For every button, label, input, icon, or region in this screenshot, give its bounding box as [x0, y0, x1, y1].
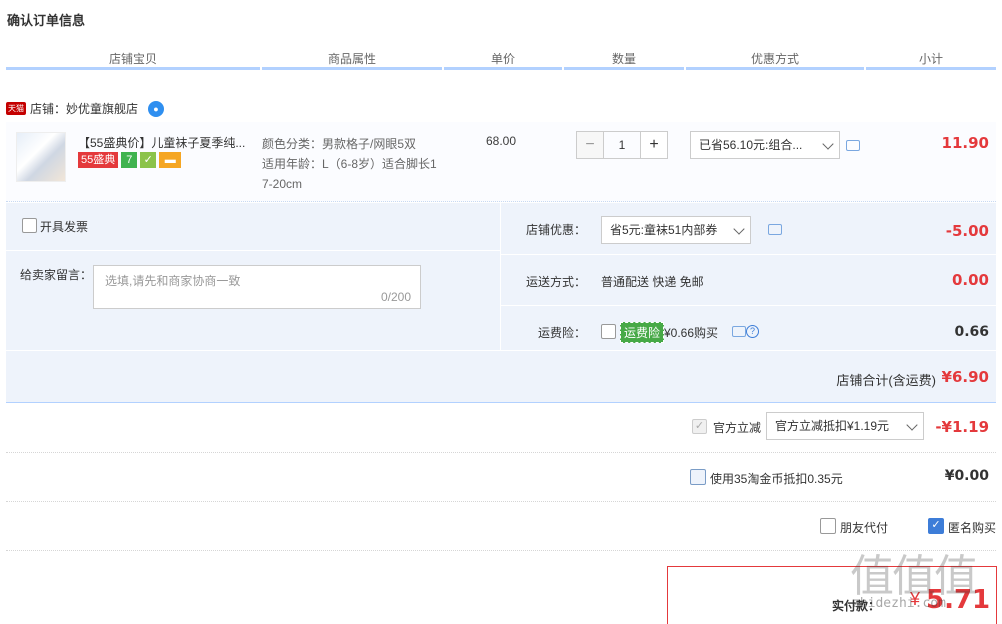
shop-total-label: 店铺合计(含运费): [836, 373, 936, 388]
shop-coupon-select[interactable]: 省5元:童袜51内部券: [601, 216, 751, 244]
row-divider: [6, 550, 996, 551]
insurance-amount: 0.66: [954, 324, 989, 340]
row-divider: [6, 452, 996, 453]
panel-divider: [6, 250, 500, 251]
shipping-amount: 0.00: [951, 271, 989, 289]
anonymous-label: 匿名购买: [948, 521, 997, 535]
watermark-text: zhidezhi.com: [852, 596, 946, 611]
wangwang-chat-icon[interactable]: ●: [148, 100, 165, 117]
official-discount-checkbox[interactable]: ✓: [692, 419, 707, 434]
header-divider: [262, 67, 442, 70]
insurance-price: ¥0.66购买: [664, 326, 719, 340]
attr-color: 颜色分类：男款格子/网眼5双: [262, 137, 417, 151]
comment-icon[interactable]: [768, 224, 782, 235]
col-header-subtotal: 小计: [918, 52, 943, 66]
freight-insurance-tag: 运费险: [620, 322, 665, 343]
panel-divider: [500, 203, 501, 350]
shipping-value: 普通配送 快递 免邮: [601, 275, 704, 289]
header-divider: [564, 67, 684, 70]
shop-discount-label: 店铺优惠：: [526, 223, 587, 237]
invoice-checkbox[interactable]: [22, 218, 37, 233]
col-header-item: 店铺宝贝: [108, 52, 157, 66]
page-title: 确认订单信息: [7, 13, 86, 28]
shipping-label: 运送方式：: [526, 275, 587, 289]
card-pay-icon: ▬: [159, 152, 182, 168]
header-divider: [444, 67, 562, 70]
attr-age: 适用年龄：L（6-8岁）适合脚长1: [262, 157, 437, 171]
anonymous-checkbox[interactable]: ✓: [928, 518, 944, 534]
chevron-down-icon: [822, 138, 834, 150]
header-divider: [686, 67, 864, 70]
chevron-down-icon: [906, 419, 918, 431]
taobao-coin-label: 使用35淘金币抵扣0.35元: [710, 472, 843, 486]
insurance-label: 运费险：: [538, 326, 587, 340]
friend-pay-label: 朋友代付: [840, 521, 889, 535]
shop-total-amount: ¥6.90: [941, 368, 989, 386]
shop-info: 天猫 店铺：妙优童旗舰店 ●: [6, 100, 165, 117]
col-header-price: 单价: [490, 52, 515, 66]
col-header-attr: 商品属性: [327, 52, 376, 66]
panel-divider: [501, 254, 996, 255]
discount-select[interactable]: 已省56.10元:组合...: [690, 131, 840, 159]
product-title-link[interactable]: 【55盛典价】儿童袜子夏季纯...: [78, 134, 248, 151]
col-header-discount: 优惠方式: [750, 52, 799, 66]
panel-divider: [501, 305, 996, 306]
seven-day-return-icon: 7: [121, 152, 138, 168]
invoice-label: 开具发票: [40, 220, 89, 234]
row-divider: [6, 501, 996, 502]
official-discount-value: 官方立减抵扣¥1.19元: [775, 419, 890, 433]
message-counter: 0/200: [380, 290, 411, 304]
official-discount-label: 官方立减: [713, 421, 762, 435]
product-thumbnail[interactable]: [16, 132, 66, 182]
shop-coupon-value: 省5元:童袜51内部券: [610, 223, 718, 237]
insurance-checkbox[interactable]: [601, 324, 616, 339]
attr-age-cont: 7-20cm: [262, 177, 303, 191]
taobao-coin-checkbox[interactable]: [690, 469, 706, 485]
col-header-qty: 数量: [611, 52, 636, 66]
qty-input[interactable]: 1: [604, 131, 640, 159]
official-discount-select[interactable]: 官方立减抵扣¥1.19元: [766, 412, 924, 440]
message-label: 给卖家留言：: [20, 268, 93, 282]
unit-price: 68.00: [486, 134, 517, 148]
panel-divider: [6, 350, 996, 351]
quantity-stepper: − 1 +: [576, 131, 668, 159]
watermark-logo: 值值值: [850, 551, 978, 602]
shop-discount-amount: -5.00: [945, 222, 989, 240]
message-placeholder: 选填,请先和商家协商一致: [105, 274, 241, 288]
header-divider: [6, 67, 260, 70]
qty-increase-button[interactable]: +: [640, 131, 668, 159]
official-discount-amount: -¥1.19: [935, 418, 989, 436]
message-textarea[interactable]: 选填,请先和商家协商一致 0/200: [93, 265, 421, 309]
guarantee-icon: ✓: [140, 152, 157, 168]
shop-name-link[interactable]: 店铺：妙优童旗舰店: [30, 100, 138, 117]
help-icon[interactable]: ?: [746, 325, 759, 338]
header-divider: [866, 67, 996, 70]
product-attributes: 颜色分类：男款格子/网眼5双 适用年龄：L（6-8岁）适合脚长1 7-20cm: [262, 134, 452, 194]
friend-pay-checkbox[interactable]: [820, 518, 836, 534]
qty-decrease-button[interactable]: −: [576, 131, 604, 159]
promo-badges: 55盛典 7 ✓ ▬: [78, 152, 182, 168]
chevron-down-icon: [733, 223, 745, 235]
comment-icon[interactable]: [732, 326, 746, 337]
promo-badge: 55盛典: [78, 152, 119, 168]
tmall-badge: 天猫: [6, 102, 26, 115]
taobao-coin-amount: ¥0.00: [944, 468, 989, 484]
discount-select-value: 已省56.10元:组合...: [699, 138, 803, 152]
item-subtotal: 11.90: [941, 134, 989, 152]
comment-icon[interactable]: [846, 140, 860, 151]
